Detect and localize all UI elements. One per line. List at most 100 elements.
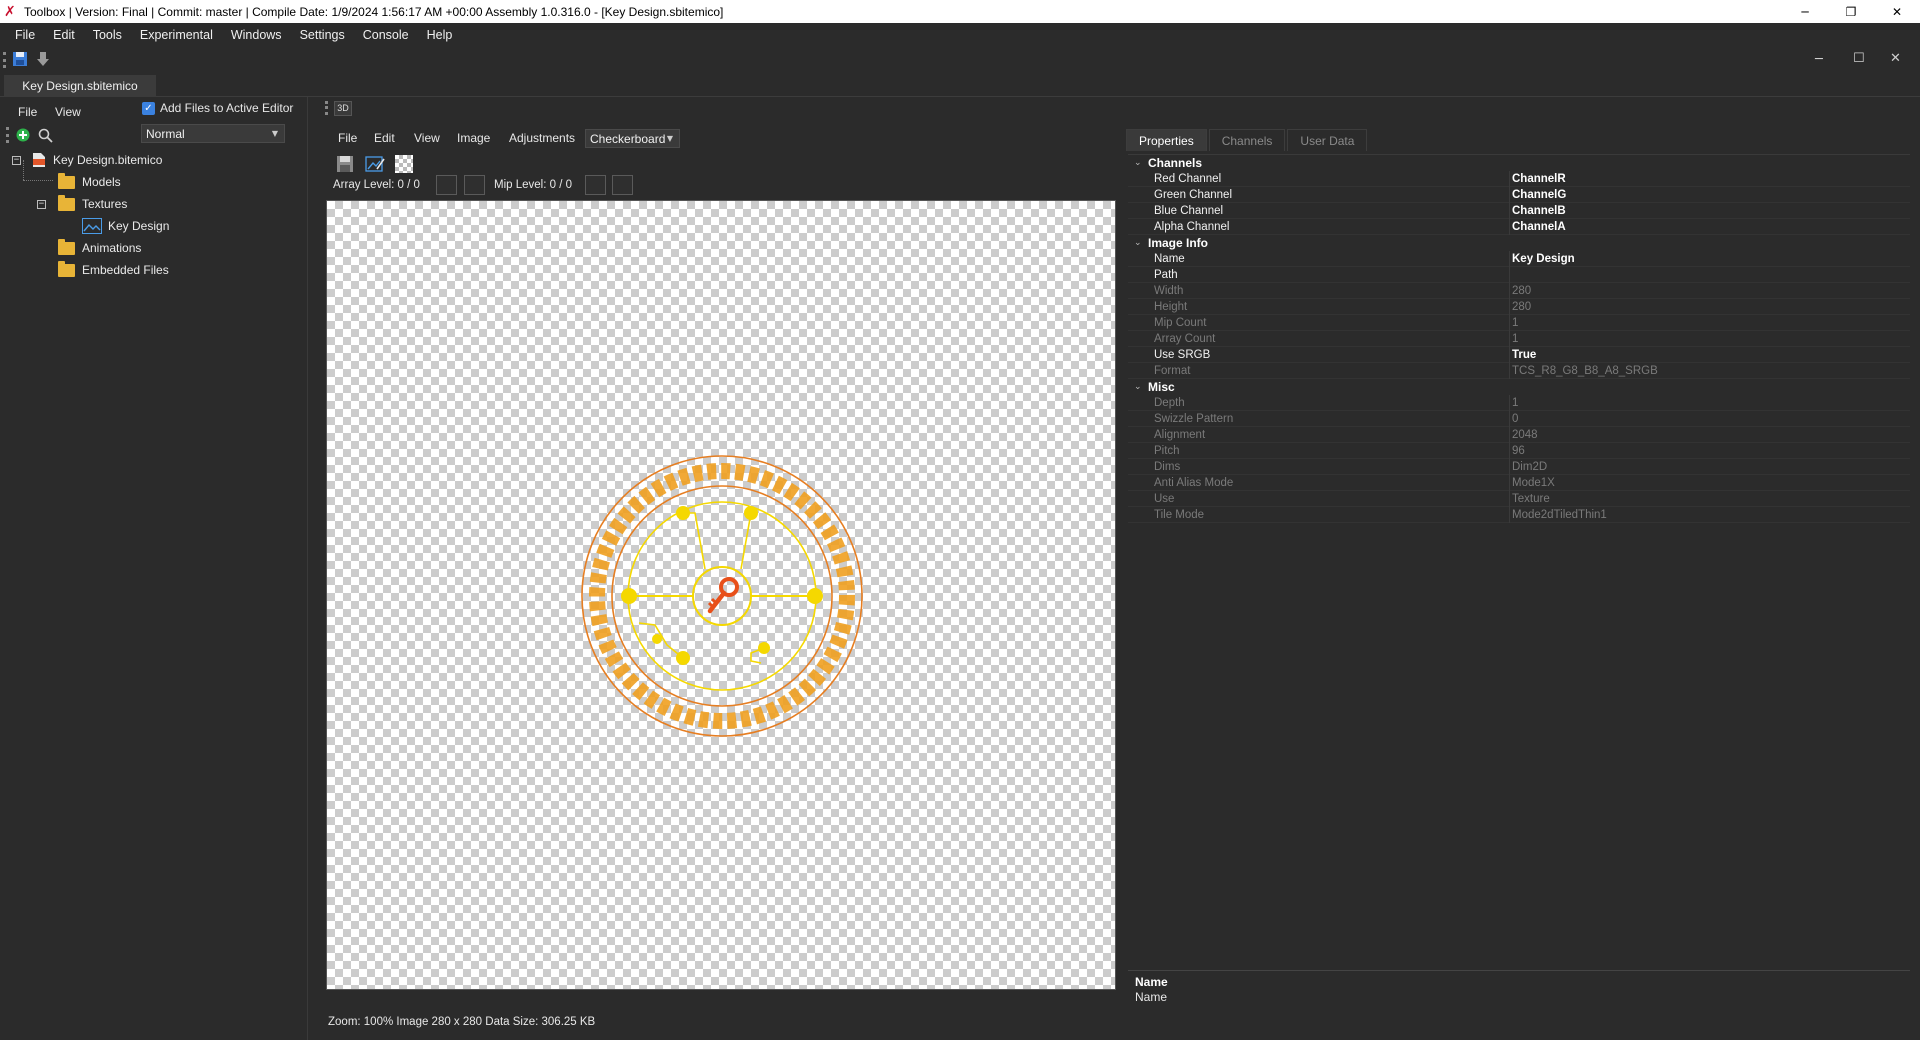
property-row: Mip Count 1 [1128, 315, 1910, 331]
chevron-down-icon: ▼ [666, 134, 673, 143]
edit-image-icon[interactable] [365, 155, 385, 173]
property-row[interactable]: Red Channel ChannelR [1128, 171, 1910, 187]
document-tab[interactable]: Key Design.sbitemico [4, 75, 156, 97]
image-icon [82, 218, 102, 234]
tree-item-models[interactable]: Models [58, 172, 121, 192]
tab-channels[interactable]: Channels [1208, 129, 1286, 151]
checkbox-check-icon: ✓ [142, 101, 155, 115]
property-row[interactable]: Alpha Channel ChannelA [1128, 219, 1910, 235]
property-value: Mode2dTiledThin1 [1512, 508, 1607, 521]
property-row[interactable]: Use SRGB True [1128, 347, 1910, 363]
left-menu-file[interactable]: File [18, 105, 37, 119]
property-row: Dims Dim2D [1128, 459, 1910, 475]
toggle-3d-button[interactable]: 3D [334, 101, 352, 116]
property-row[interactable]: Path [1128, 267, 1910, 283]
save-icon[interactable] [12, 51, 28, 67]
property-row[interactable]: Name Key Design [1128, 251, 1910, 267]
add-icon[interactable] [16, 128, 30, 142]
array-level-next-button[interactable] [464, 175, 485, 195]
toolbar-grip[interactable] [3, 52, 6, 68]
tree-root-label: Key Design.bitemico [53, 153, 163, 167]
background-combo[interactable]: Checkerboard ▼ [585, 129, 680, 148]
property-value[interactable]: ChannelG [1512, 187, 1566, 203]
inner-minimize-button[interactable]: ─ [1815, 52, 1823, 67]
folder-icon [58, 194, 75, 211]
property-row: Anti Alias Mode Mode1X [1128, 475, 1910, 491]
property-row[interactable]: Green Channel ChannelG [1128, 187, 1910, 203]
menu-edit[interactable]: Edit [44, 28, 84, 42]
folder-icon [58, 172, 75, 189]
mip-level-prev-button[interactable] [585, 175, 606, 195]
property-value[interactable]: ChannelB [1512, 203, 1566, 219]
properties-tabs: Properties Channels User Data [1126, 129, 1369, 151]
array-level-label: Array Level: 0 / 0 [333, 179, 420, 191]
chevron-down-icon: ⌄ [1134, 158, 1142, 168]
property-value[interactable]: ChannelR [1512, 171, 1566, 187]
property-value[interactable]: True [1512, 347, 1536, 363]
menu-windows[interactable]: Windows [222, 28, 291, 42]
property-row: Array Count 1 [1128, 331, 1910, 347]
menu-settings[interactable]: Settings [291, 28, 354, 42]
property-value[interactable]: Key Design [1512, 251, 1575, 267]
left-toolbar-grip[interactable] [6, 127, 9, 143]
chevron-down-icon: ⌄ [1134, 238, 1142, 248]
editor-menu-image[interactable]: Image [457, 131, 490, 145]
tree-root[interactable]: − Key Design.bitemico [12, 150, 162, 170]
property-value[interactable]: ChannelA [1512, 219, 1566, 235]
splitter[interactable] [308, 97, 318, 1040]
menu-tools[interactable]: Tools [84, 28, 131, 42]
property-name: Array Count [1154, 332, 1216, 345]
category-image-info[interactable]: ⌄ Image Info [1128, 235, 1910, 251]
collapse-icon[interactable]: − [37, 199, 46, 209]
main-toolbar: ─ ☐ ✕ [0, 47, 1920, 73]
tab-properties[interactable]: Properties [1126, 129, 1207, 151]
inner-maximize-button[interactable]: ☐ [1853, 51, 1865, 66]
array-level-prev-button[interactable] [436, 175, 457, 195]
search-icon[interactable] [38, 128, 53, 143]
tree-item-animations[interactable]: Animations [58, 238, 141, 258]
tree-item-label: Models [82, 175, 121, 189]
tree-line [23, 160, 24, 180]
tree-item-embedded-files[interactable]: Embedded Files [58, 260, 169, 280]
property-name: Swizzle Pattern [1154, 412, 1234, 425]
property-value: 0 [1512, 412, 1519, 425]
image-canvas[interactable] [326, 200, 1116, 990]
save-image-icon[interactable] [336, 155, 354, 173]
category-misc[interactable]: ⌄ Misc [1128, 379, 1910, 395]
menu-console[interactable]: Console [354, 28, 418, 42]
tab-user-data[interactable]: User Data [1287, 129, 1368, 151]
add-files-checkbox[interactable]: ✓ Add Files to Active Editor [142, 101, 293, 115]
chevron-down-icon: ⌄ [1134, 382, 1142, 392]
tree-item-textures[interactable]: − Textures [37, 194, 127, 214]
editor-menu-edit[interactable]: Edit [374, 131, 395, 145]
category-channels[interactable]: ⌄ Channels [1128, 155, 1910, 171]
property-value: 2048 [1512, 428, 1538, 441]
property-value: Mode1X [1512, 476, 1555, 489]
left-menu-view[interactable]: View [55, 105, 81, 119]
property-name: Name [1154, 252, 1185, 265]
restore-button[interactable]: ❐ [1828, 0, 1874, 23]
description-text: Name [1135, 990, 1168, 1004]
menu-file[interactable]: File [6, 28, 44, 42]
mip-level-next-button[interactable] [612, 175, 633, 195]
inner-close-button[interactable]: ✕ [1890, 51, 1901, 66]
tree-item-key-design[interactable]: Key Design [82, 216, 169, 236]
editor-toolbar-grip[interactable] [325, 101, 328, 115]
property-value: 1 [1512, 396, 1519, 409]
editor-menu-view[interactable]: View [414, 131, 440, 145]
menu-experimental[interactable]: Experimental [131, 28, 222, 42]
property-row[interactable]: Blue Channel ChannelB [1128, 203, 1910, 219]
close-button[interactable]: ✕ [1874, 0, 1920, 23]
collapse-icon[interactable]: − [12, 155, 21, 165]
property-value: 1 [1512, 316, 1519, 329]
menu-help[interactable]: Help [418, 28, 462, 42]
mode-combo[interactable]: Normal ▼ [141, 124, 285, 143]
minimize-button[interactable]: ─ [1782, 0, 1828, 23]
property-row: Alignment 2048 [1128, 427, 1910, 443]
editor-menu-adjustments[interactable]: Adjustments [509, 131, 575, 145]
property-row: Tile Mode Mode2dTiledThin1 [1128, 507, 1910, 523]
editor-menu-file[interactable]: File [338, 131, 357, 145]
checkerboard-toggle-icon[interactable] [395, 155, 413, 173]
arrow-down-icon[interactable] [36, 51, 50, 67]
property-row: Pitch 96 [1128, 443, 1910, 459]
